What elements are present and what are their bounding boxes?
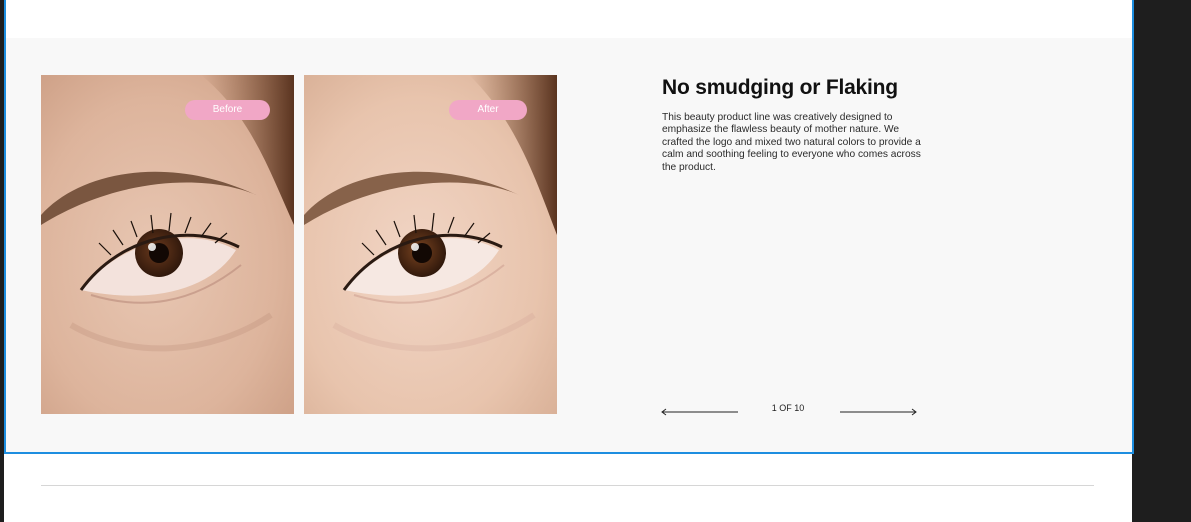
slide-title: No smudging or Flaking [662, 76, 898, 99]
slide-description: This beauty product line was creatively … [662, 112, 921, 173]
bottom-divider [41, 485, 1094, 486]
before-after-section: Before After No smudging or Flaking This… [6, 38, 1132, 452]
after-photo: After [304, 75, 557, 414]
slide-counter: 1 OF 10 [771, 403, 805, 413]
arrow-right-icon[interactable] [839, 408, 917, 416]
selected-section-frame[interactable]: Before After No smudging or Flaking This… [4, 0, 1134, 454]
arrow-left-icon[interactable] [661, 408, 739, 416]
before-photo: Before [41, 75, 294, 414]
after-label-pill: After [449, 100, 527, 120]
before-label-pill: Before [185, 100, 270, 120]
right-dark-panel [1132, 0, 1191, 522]
